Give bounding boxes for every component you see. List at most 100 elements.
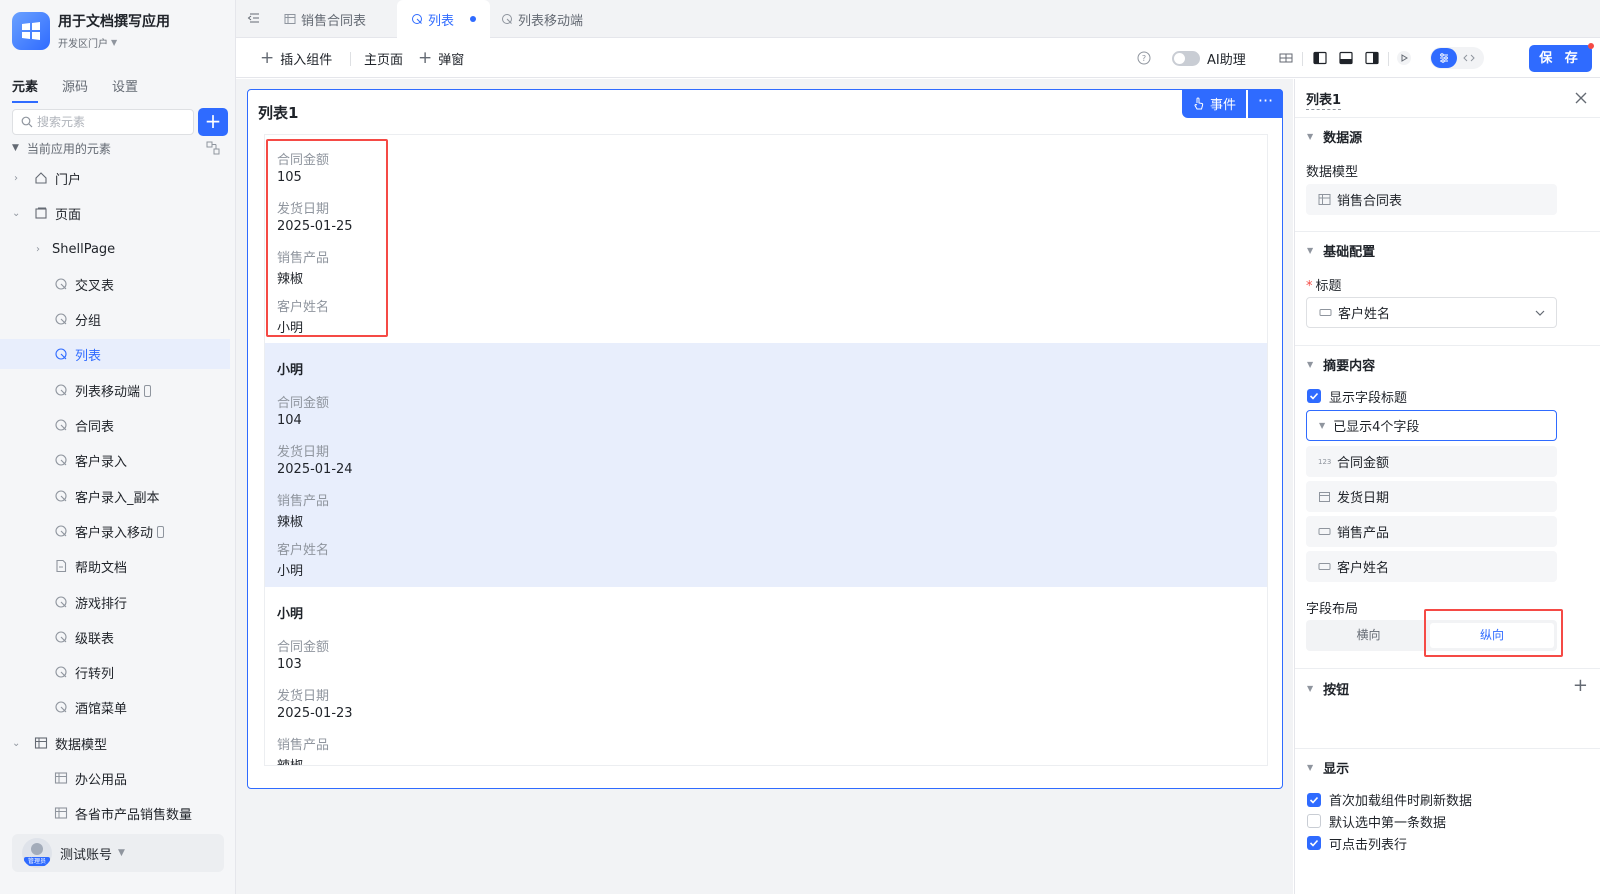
- tab-list[interactable]: 列表: [397, 0, 491, 38]
- divider: [350, 52, 351, 66]
- home-page-button[interactable]: 主页面: [364, 48, 403, 68]
- section-summary-header[interactable]: ▼ 摘要内容: [1307, 355, 1375, 374]
- title-field-select[interactable]: 客户姓名: [1306, 297, 1557, 328]
- collapse-all-icon[interactable]: [206, 141, 220, 155]
- current-app-elements-header[interactable]: ▼ 当前应用的元素: [12, 139, 220, 157]
- sidebar-item-crosstab[interactable]: 交叉表: [0, 269, 230, 299]
- tab-elements[interactable]: 元素: [12, 76, 39, 103]
- section-datasource-header[interactable]: ▼ 数据源: [1307, 127, 1362, 146]
- code-icon[interactable]: [1463, 52, 1475, 64]
- sidebar-item-shellpage[interactable]: › ShellPage: [0, 234, 230, 264]
- divider: [1295, 117, 1600, 118]
- tab-settings[interactable]: 设置: [112, 76, 138, 103]
- sidebar-item-cascade[interactable]: 级联表: [0, 622, 230, 652]
- summary-field-item[interactable]: 销售产品: [1306, 516, 1557, 547]
- section-buttons-header[interactable]: ▼ 按钮: [1307, 679, 1349, 698]
- show-field-titles-checkbox[interactable]: [1307, 389, 1321, 403]
- check-icon: [1309, 392, 1319, 400]
- shown-fields-label: 已显示4个字段: [1333, 420, 1420, 435]
- search-input[interactable]: [37, 115, 187, 129]
- sidebar-item-row-to-col[interactable]: 行转列: [0, 657, 230, 687]
- field-label: 发货日期: [277, 445, 330, 460]
- search-icon: [21, 116, 33, 128]
- field-value: 辣椒: [277, 755, 303, 765]
- summary-field-item[interactable]: 发货日期: [1306, 481, 1557, 512]
- more-button[interactable]: ···: [1248, 89, 1283, 118]
- field-label: 合同金额: [277, 396, 330, 411]
- sidebar-item-data-model[interactable]: ⌄ 数据模型: [0, 728, 230, 758]
- sidebar-item-tavern-menu[interactable]: 酒馆菜单: [0, 692, 230, 722]
- design-mode-option[interactable]: [1431, 48, 1457, 68]
- tab-source[interactable]: 源码: [62, 76, 88, 103]
- sidebar-item-game-rank[interactable]: 游戏排行: [0, 587, 230, 617]
- sidebar-item-portal[interactable]: › 门户: [0, 163, 230, 193]
- check-icon: [1309, 796, 1319, 804]
- collapse-sidebar-icon[interactable]: [246, 11, 260, 25]
- left-panel-icon[interactable]: [1312, 50, 1328, 66]
- page-link-icon: [412, 14, 422, 24]
- page-link-icon: [55, 419, 67, 431]
- section-title: 摘要内容: [1323, 359, 1376, 374]
- section-display-header[interactable]: ▼ 显示: [1307, 758, 1349, 777]
- close-icon[interactable]: [1574, 91, 1588, 105]
- refresh-on-load-checkbox[interactable]: [1307, 793, 1321, 807]
- sidebar-item-contract[interactable]: 合同表: [0, 410, 230, 440]
- sidebar-item-province-sales[interactable]: 各省市产品销售数量: [0, 798, 230, 828]
- popup-button[interactable]: + 弹窗: [418, 48, 464, 68]
- right-panel-icon[interactable]: [1364, 50, 1380, 66]
- sidebar-item-help-doc[interactable]: 帮助文档: [0, 551, 230, 581]
- caret-down-icon: ▼: [1307, 132, 1314, 141]
- component-name[interactable]: 列表1: [1306, 89, 1342, 110]
- field-value: 103: [277, 657, 302, 672]
- checkbox-label: 显示字段标题: [1329, 391, 1408, 406]
- layout-horizontal-option[interactable]: 横向: [1306, 620, 1431, 651]
- list-item[interactable]: 小明 合同金额 103 发货日期 2025-01-23 销售产品 辣椒: [265, 587, 1267, 765]
- ai-assistant-toggle[interactable]: [1172, 51, 1200, 66]
- sidebar-item-customer-entry-mobile[interactable]: 客户录入移动: [0, 516, 230, 546]
- chevron-down-icon: ⌄: [12, 737, 21, 749]
- sidebar-item-office-supplies[interactable]: 办公用品: [0, 763, 230, 793]
- sidebar-item-customer-entry[interactable]: 客户录入: [0, 445, 230, 475]
- play-icon[interactable]: [1396, 50, 1412, 66]
- list-item[interactable]: 小明 合同金额 104 发货日期 2025-01-24 销售产品 辣椒 客户姓名…: [265, 343, 1267, 587]
- design-code-switch[interactable]: [1430, 47, 1484, 69]
- divider: [1295, 748, 1600, 749]
- add-element-button[interactable]: +: [198, 108, 228, 136]
- clickable-rows-checkbox[interactable]: [1307, 836, 1321, 850]
- sidebar-item-customer-entry-copy[interactable]: 客户录入_副本: [0, 481, 230, 511]
- list-item[interactable]: 合同金额 105 发货日期 2025-01-25 销售产品 辣椒 客户姓名 小明: [265, 135, 1267, 343]
- sidebar-item-list-mobile[interactable]: 列表移动端: [0, 375, 230, 405]
- section-title: 基础配置: [1323, 245, 1376, 260]
- app-header[interactable]: 用于文档撰写应用 开发区门户 ▼: [12, 12, 170, 50]
- insert-component-button[interactable]: + 插入组件: [260, 48, 332, 68]
- sidebar-item-pages[interactable]: ⌄ 页面: [0, 198, 230, 228]
- save-button[interactable]: 保 存: [1529, 45, 1592, 72]
- sidebar-item-list[interactable]: 列表: [0, 339, 230, 369]
- section-basic-header[interactable]: ▼ 基础配置: [1307, 241, 1375, 260]
- tab-label: 列表移动端: [518, 13, 584, 29]
- list-component[interactable]: 列表1 事件 ··· 合同金额 105 发货日期 2025-01-25 销售产品…: [247, 89, 1283, 789]
- list-title: 列表1: [258, 104, 299, 122]
- event-button[interactable]: 事件: [1181, 89, 1246, 118]
- title-label: 标题: [1315, 279, 1342, 294]
- tab-sales-contract[interactable]: 销售合同表: [284, 0, 366, 38]
- shown-fields-dropdown[interactable]: ▼ 已显示4个字段: [1306, 410, 1557, 441]
- account-switcher[interactable]: 管理员 测试账号 ▼: [12, 834, 224, 872]
- tab-list-mobile[interactable]: 列表移动端: [501, 0, 583, 38]
- sidebar-item-group[interactable]: 分组: [0, 304, 230, 334]
- help-icon[interactable]: ?: [1136, 50, 1152, 66]
- data-model-select[interactable]: 销售合同表: [1306, 184, 1557, 215]
- add-button-icon[interactable]: +: [1573, 675, 1588, 696]
- field-label: * 标题: [1306, 275, 1342, 294]
- summary-field-item[interactable]: 客户姓名: [1306, 551, 1557, 582]
- bottom-panel-icon[interactable]: [1338, 50, 1354, 66]
- popup-label: 弹窗: [438, 52, 465, 68]
- summary-field-label: 销售产品: [1337, 526, 1390, 541]
- sidebar-item-label: 级联表: [75, 631, 115, 647]
- select-first-checkbox[interactable]: [1307, 814, 1321, 828]
- portal-switcher[interactable]: 开发区门户 ▼: [58, 35, 170, 50]
- layout-grid-icon[interactable]: [1278, 50, 1294, 66]
- sidebar-item-label: 帮助文档: [75, 560, 128, 576]
- summary-field-item[interactable]: 123 合同金额: [1306, 446, 1557, 477]
- sidebar-item-label: ShellPage: [52, 241, 116, 257]
